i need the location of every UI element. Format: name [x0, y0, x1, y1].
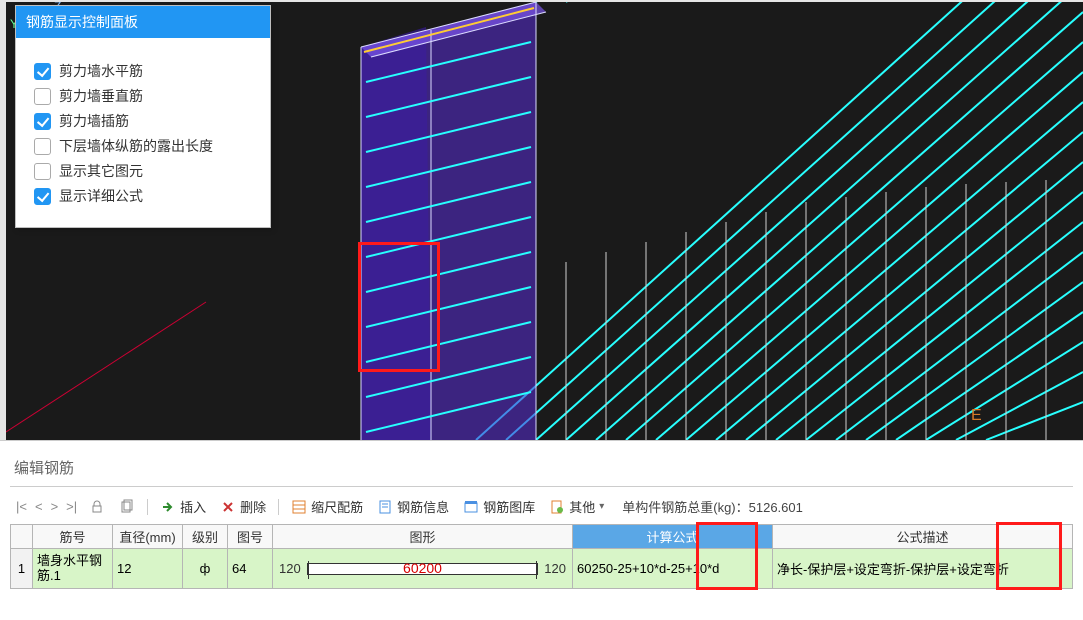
lock-icon — [89, 499, 105, 515]
col-num[interactable]: 筋号 — [33, 525, 113, 549]
col-shape[interactable]: 图形 — [273, 525, 573, 549]
rebar-table-wrap: 筋号 直径(mm) 级别 图号 图形 计算公式 公式描述 1 墙身水平钢筋.1 … — [10, 524, 1073, 589]
cell-rownum: 1 — [11, 549, 33, 589]
rebar-table[interactable]: 筋号 直径(mm) 级别 图号 图形 计算公式 公式描述 1 墙身水平钢筋.1 … — [10, 524, 1073, 589]
library-icon — [463, 499, 479, 515]
rebar-display-panel: 钢筋显示控制面板 剪力墙水平筋 剪力墙垂直筋 剪力墙插筋 下层墙体纵筋的露出长度… — [15, 5, 271, 228]
btn-lock[interactable] — [85, 497, 109, 517]
btn-info[interactable]: 钢筋信息 — [373, 495, 453, 518]
insert-icon — [160, 499, 176, 515]
checkbox-icon — [34, 113, 51, 130]
scale-icon — [291, 499, 307, 515]
copy-icon — [119, 499, 135, 515]
editor-title: 编辑钢筋 — [10, 447, 1073, 487]
info-icon — [377, 499, 393, 515]
btn-delete[interactable]: 删除 — [216, 495, 270, 518]
cb-formula[interactable]: 显示详细公式 — [34, 186, 254, 206]
col-rownum — [11, 525, 33, 549]
col-grade[interactable]: 级别 — [183, 525, 228, 549]
cb-vertical[interactable]: 剪力墙垂直筋 — [34, 86, 254, 106]
cell-shape[interactable]: 120 60200 120 — [273, 549, 573, 589]
col-figno[interactable]: 图号 — [228, 525, 273, 549]
delete-icon — [220, 499, 236, 515]
checkbox-icon — [34, 163, 51, 180]
btn-copy[interactable] — [115, 497, 139, 517]
other-icon — [549, 499, 565, 515]
viewport-3d[interactable]: E 钢筋显示控制面板 剪力墙水平筋 剪力墙垂直筋 剪力墙插筋 下层墙体纵筋的露出… — [0, 0, 1083, 440]
nav-first[interactable]: |< — [14, 499, 29, 514]
btn-other[interactable]: 其他 ▾ — [545, 495, 608, 518]
cell-desc[interactable]: 净长-保护层+设定弯折-保护层+设定弯折 — [773, 549, 1073, 589]
cell-dia[interactable]: 12 — [113, 549, 183, 589]
svg-text:E: E — [971, 407, 982, 424]
nav-last[interactable]: >| — [64, 499, 79, 514]
btn-scale[interactable]: 缩尺配筋 — [287, 495, 367, 518]
checkbox-icon — [34, 88, 51, 105]
cell-grade[interactable]: ф — [183, 549, 228, 589]
cb-lower[interactable]: 下层墙体纵筋的露出长度 — [34, 136, 254, 156]
shape-right: 120 — [544, 561, 566, 576]
panel-body: 剪力墙水平筋 剪力墙垂直筋 剪力墙插筋 下层墙体纵筋的露出长度 显示其它图元 显… — [16, 38, 270, 227]
btn-insert[interactable]: 插入 — [156, 495, 210, 518]
panel-title: 钢筋显示控制面板 — [16, 6, 270, 38]
cell-num[interactable]: 墙身水平钢筋.1 — [33, 549, 113, 589]
editor-toolbar: |< < > >| 插入 删除 缩尺配筋 钢筋信息 — [10, 487, 1073, 524]
col-dia[interactable]: 直径(mm) — [113, 525, 183, 549]
checkbox-icon — [34, 188, 51, 205]
cell-figno[interactable]: 64 — [228, 549, 273, 589]
rebar-editor: 编辑钢筋 |< < > >| 插入 删除 缩尺配筋 钢筋信息 — [0, 440, 1083, 589]
checkbox-icon — [34, 63, 51, 80]
nav-prev[interactable]: < — [33, 499, 45, 514]
cb-insert[interactable]: 剪力墙插筋 — [34, 111, 254, 131]
shape-left: 120 — [279, 561, 301, 576]
btn-library[interactable]: 钢筋图库 — [459, 495, 539, 518]
total-weight: 单构件钢筋总重(kg)：5126.601 — [622, 497, 803, 516]
table-header-row: 筋号 直径(mm) 级别 图号 图形 计算公式 公式描述 — [11, 525, 1073, 549]
shape-bar: 60200 — [307, 563, 539, 575]
nav-next[interactable]: > — [49, 499, 61, 514]
col-formula[interactable]: 计算公式 — [573, 525, 773, 549]
cb-other[interactable]: 显示其它图元 — [34, 161, 254, 181]
shape-mid: 60200 — [308, 560, 538, 576]
checkbox-icon — [34, 138, 51, 155]
cb-horizontal[interactable]: 剪力墙水平筋 — [34, 61, 254, 81]
chevron-down-icon: ▾ — [599, 501, 604, 512]
col-desc[interactable]: 公式描述 — [773, 525, 1073, 549]
table-row[interactable]: 1 墙身水平钢筋.1 12 ф 64 120 60200 120 60250-2… — [11, 549, 1073, 589]
cell-formula[interactable]: 60250-25+10*d-25+10*d — [573, 549, 773, 589]
